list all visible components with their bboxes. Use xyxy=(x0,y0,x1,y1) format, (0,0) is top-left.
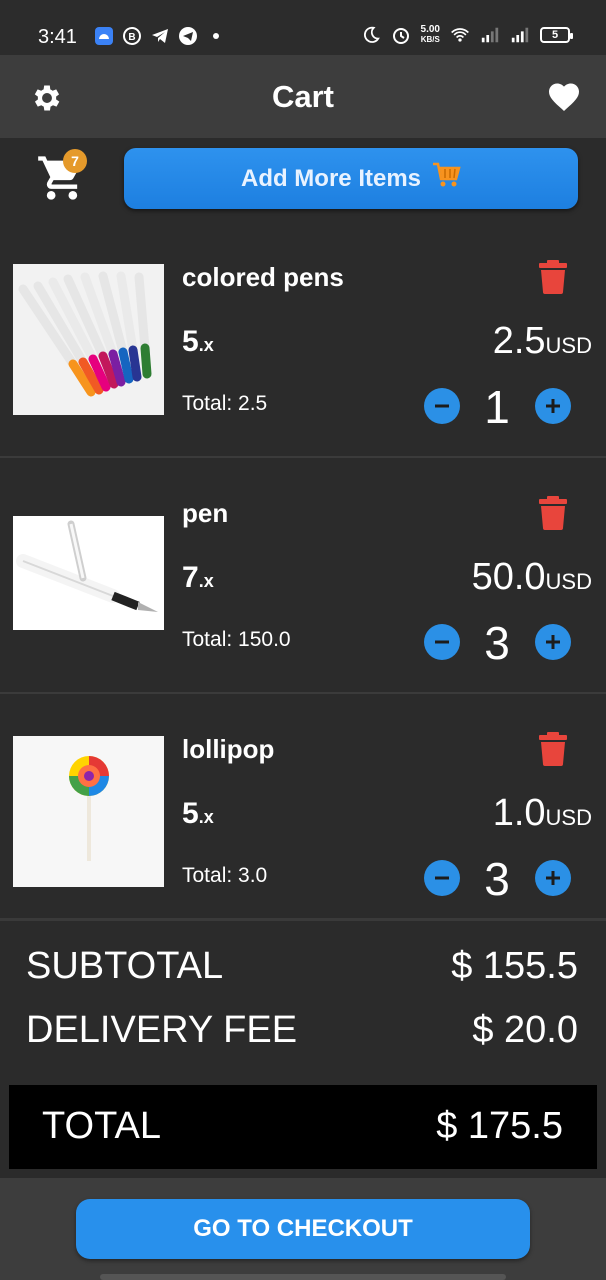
add-more-label: Add More Items xyxy=(240,164,422,192)
plus-icon[interactable] xyxy=(535,624,571,660)
trash-icon[interactable] xyxy=(538,496,568,530)
telegram-circle-icon xyxy=(178,26,198,46)
order-summary: SUBTOTAL $ 155.5 DELIVERY FEE $ 20.0 xyxy=(0,918,606,1076)
qty-suffix: .x xyxy=(198,335,214,355)
signal-icon xyxy=(480,25,500,45)
signal-2-icon xyxy=(510,25,530,45)
cart-item: pen 7.x Total: 150.0 50.0USD 3 xyxy=(0,458,606,694)
status-bar: 3:41 B 5.00 KB/S 5 xyxy=(0,0,606,55)
price-currency: USD xyxy=(545,333,592,358)
item-price: 2.5USD xyxy=(493,320,592,363)
dot-icon xyxy=(206,26,226,46)
minus-icon[interactable] xyxy=(424,388,460,424)
svg-text:B: B xyxy=(128,32,135,43)
notification-icons: B xyxy=(94,26,226,46)
item-quantity: 7.x xyxy=(182,561,214,595)
subtotal-row: SUBTOTAL $ 155.5 xyxy=(26,945,578,988)
item-price: 1.0USD xyxy=(493,792,592,835)
item-total: Total: 2.5 xyxy=(182,392,268,415)
speed-unit: KB/S xyxy=(420,35,440,44)
qty-value: 5 xyxy=(182,797,199,830)
cart-item: lollipop 5.x Total: 3.0 1.0USD 3 xyxy=(0,694,606,930)
item-name: pen xyxy=(182,498,229,528)
item-quantity: 5.x xyxy=(182,797,214,831)
total-row: TOTAL $ 175.5 xyxy=(9,1085,597,1169)
minus-icon[interactable] xyxy=(424,624,460,660)
delivery-fee-label: DELIVERY FEE xyxy=(26,1009,298,1051)
item-name: colored pens xyxy=(182,262,344,292)
cart-items-list: colored pens 5.x Total: 2.5 2.5USD 1 pen xyxy=(0,222,606,930)
price-value: 2.5 xyxy=(492,320,546,362)
qty-value: 5 xyxy=(182,325,199,358)
subtotal-value: $ 155.5 xyxy=(451,945,578,987)
telegram-icon xyxy=(150,26,170,46)
stepper-value: 3 xyxy=(484,617,510,669)
checkout-button[interactable]: GO TO CHECKOUT xyxy=(76,1199,530,1259)
android-icon xyxy=(94,26,114,46)
plus-icon[interactable] xyxy=(535,388,571,424)
qty-suffix: .x xyxy=(198,571,214,591)
cart-count-badge: 7 xyxy=(63,149,87,173)
item-total: Total: 150.0 xyxy=(182,628,291,651)
qty-suffix: .x xyxy=(198,807,214,827)
shopping-cart-icon xyxy=(431,161,461,196)
wifi-icon xyxy=(450,25,470,45)
heart-icon[interactable] xyxy=(546,79,582,115)
stepper-value: 3 xyxy=(484,853,510,905)
total-value: $ 175.5 xyxy=(436,1105,563,1147)
speed-value: 5.00 xyxy=(420,24,440,35)
network-speed: 5.00 KB/S xyxy=(421,25,440,45)
total-label: TOTAL xyxy=(42,1105,161,1147)
fountain-pen-image xyxy=(13,516,164,630)
home-indicator xyxy=(100,1274,506,1280)
trash-icon[interactable] xyxy=(538,260,568,294)
quantity-stepper: 3 xyxy=(424,616,574,672)
price-currency: USD xyxy=(545,805,592,830)
price-value: 1.0 xyxy=(492,792,546,834)
status-time: 3:41 xyxy=(38,26,77,48)
lollipop-image xyxy=(13,736,164,887)
delivery-fee-value: $ 20.0 xyxy=(472,1009,578,1051)
minus-icon[interactable] xyxy=(424,860,460,896)
add-more-items-button[interactable]: Add More Items xyxy=(124,148,578,209)
price-currency: USD xyxy=(545,569,592,594)
status-icons: 5.00 KB/S 5 xyxy=(361,25,573,45)
battery-icon: 5 xyxy=(540,27,573,43)
stepper-value: 1 xyxy=(484,381,510,433)
b-icon: B xyxy=(122,26,142,46)
page-title: Cart xyxy=(271,79,334,114)
item-price: 50.0USD xyxy=(472,556,592,599)
delivery-fee-row: DELIVERY FEE $ 20.0 xyxy=(26,1009,578,1052)
plus-icon[interactable] xyxy=(535,860,571,896)
price-value: 50.0 xyxy=(471,556,546,598)
item-name: lollipop xyxy=(182,734,275,764)
quantity-stepper: 3 xyxy=(424,852,574,908)
subtotal-label: SUBTOTAL xyxy=(26,945,224,987)
cart-item: colored pens 5.x Total: 2.5 2.5USD 1 xyxy=(0,222,606,458)
item-quantity: 5.x xyxy=(182,325,214,359)
alarm-icon xyxy=(391,25,411,45)
colored-pens-image xyxy=(13,264,164,415)
trash-icon[interactable] xyxy=(538,732,568,766)
item-total: Total: 3.0 xyxy=(182,864,268,887)
app-bar: Cart xyxy=(0,55,606,138)
moon-icon xyxy=(361,25,381,45)
qty-value: 7 xyxy=(182,561,199,594)
quantity-stepper: 1 xyxy=(424,380,574,436)
